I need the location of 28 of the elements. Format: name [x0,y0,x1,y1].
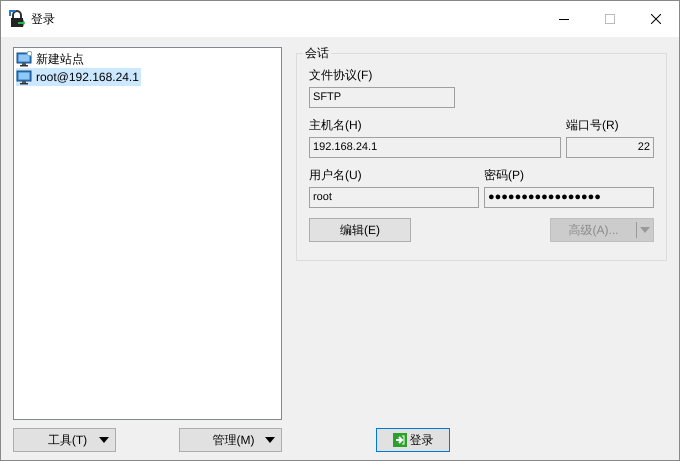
group-title: 会话 [303,45,331,61]
close-icon [651,14,661,24]
window-title: 登录 [31,11,55,28]
login-button[interactable]: 登录 [376,428,450,452]
field-label: 文件协议(F) [309,68,374,82]
field-label: 端口号(R) [566,118,620,132]
field-label: 密码(P) [484,168,525,182]
edit-button[interactable]: 编辑(E) [309,218,411,242]
input-field[interactable]: root [309,187,479,208]
field-label: 主机名(H) [309,118,363,132]
maximize-icon [605,14,615,24]
lock-icon [9,10,25,28]
input-field[interactable]: SFTP [309,87,455,108]
login-icon [392,433,406,447]
input-field[interactable]: ●●●●●●●●●●●●●●●●● [484,187,654,208]
site-item[interactable]: root@192.168.24.1 [16,68,141,86]
caret-icon [265,437,275,443]
minimize-icon [559,18,569,20]
site-item[interactable]: 新建站点 [16,50,86,68]
dropdown-button[interactable]: 工具(T) [13,428,116,452]
caret-icon [99,437,109,443]
new-monitor-icon [16,51,32,67]
field-label: 用户名(U) [309,168,363,182]
caret-icon [637,227,653,233]
monitor-icon [16,69,32,85]
dropdown-button[interactable]: 管理(M) [179,428,282,452]
input-field[interactable]: 192.168.24.1 [309,137,561,158]
input-field[interactable]: 22 [566,137,654,158]
